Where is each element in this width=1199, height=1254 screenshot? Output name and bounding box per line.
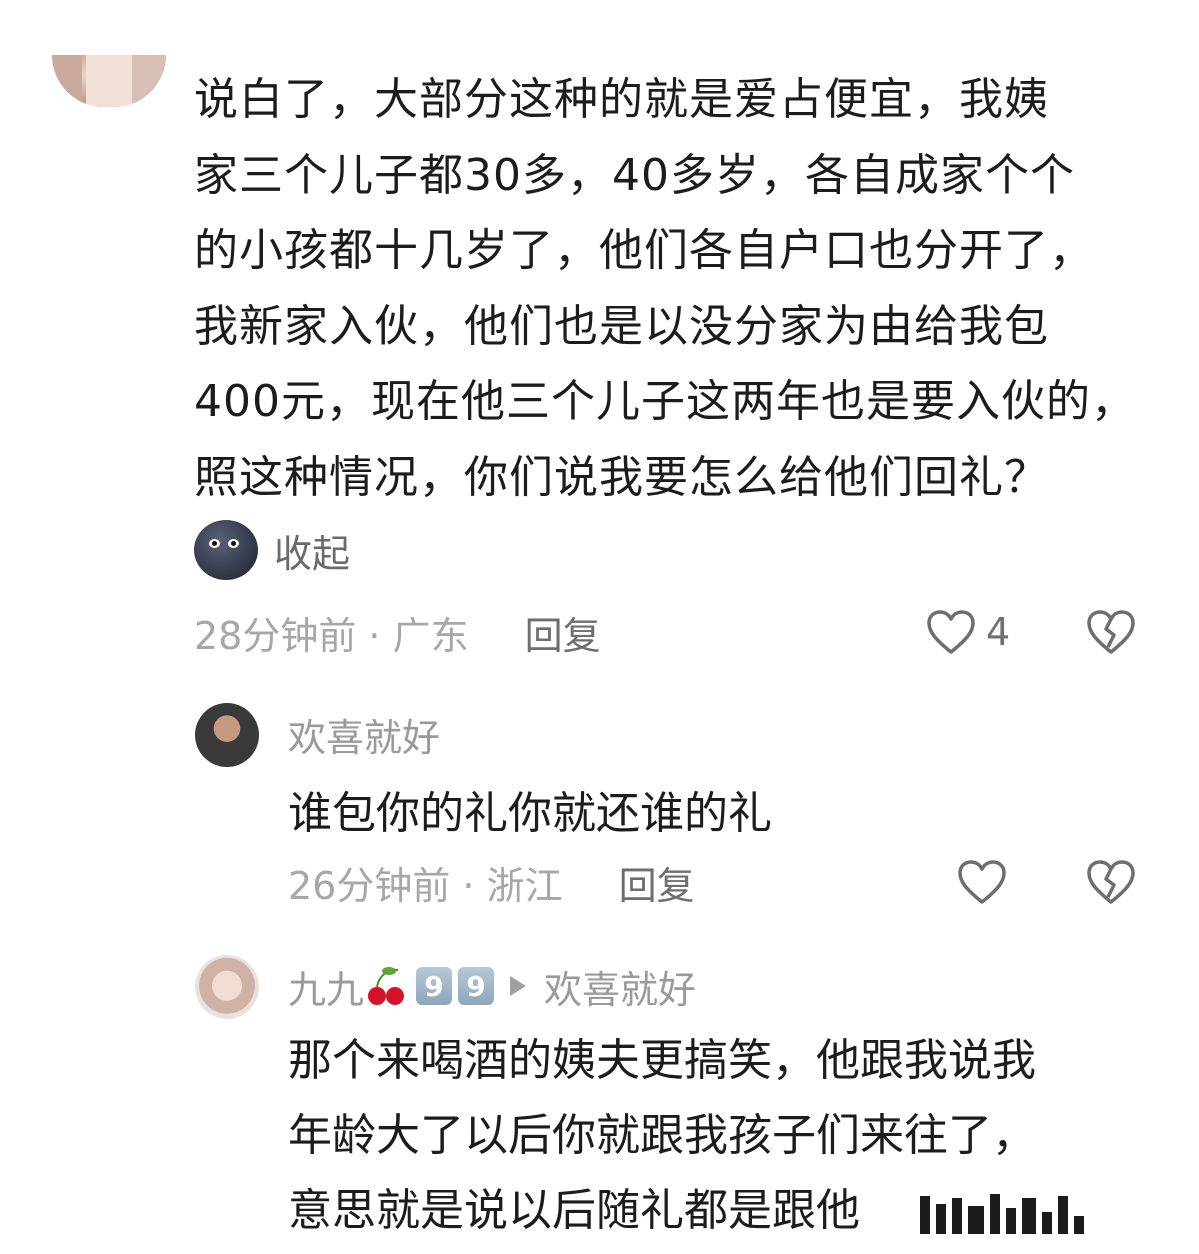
reply-button[interactable]: 回复 (525, 605, 601, 660)
comment-line: 照这种情况，你们说我要怎么给他们回礼？ (194, 451, 1049, 503)
collapse-label: 收起 (274, 531, 351, 576)
like-button[interactable] (957, 856, 1007, 908)
reply-meta: 26分钟前 · 浙江 回复 (288, 856, 695, 908)
reply-username-row: 九九 9 9 欢喜就好 (288, 958, 696, 1014)
dislike-button[interactable] (1086, 606, 1136, 658)
heart-outline-icon (927, 610, 975, 654)
reply-button[interactable]: 回复 (619, 855, 695, 910)
reply-username[interactable]: 九九 (288, 959, 364, 1014)
comment-line: 家三个儿子都30多，40多岁，各自成家个个 (194, 149, 1075, 201)
cherries-emoji-icon (366, 967, 406, 1005)
reply-line: 那个来喝酒的姨夫更搞笑，他跟我说我 (288, 1035, 1036, 1086)
heart-outline-icon (958, 860, 1006, 904)
broken-heart-icon (1087, 860, 1135, 904)
new-moon-face-emoji-icon (194, 520, 258, 580)
like-button[interactable]: 4 (926, 606, 1010, 658)
dislike-button[interactable] (1086, 856, 1136, 908)
reply-line: 年龄大了以后你就跟我孩子们来往了， (288, 1110, 1036, 1161)
comment-line: 我新家入伙，他们也是以没分家为由给我包 (194, 300, 1049, 352)
reply-to-username[interactable]: 欢喜就好 (544, 959, 696, 1014)
comment-line: 400元，现在他三个儿子这两年也是要入伙的， (194, 376, 1136, 427)
reply-time-location: 26分钟前 · 浙江 (288, 863, 563, 908)
reply-username[interactable]: 欢喜就好 (288, 708, 440, 760)
keycap-nine-icon: 9 (458, 967, 495, 1005)
reply-body: 谁包你的礼你就还谁的礼 (288, 788, 772, 839)
comment-time-location: 28分钟前 · 广东 (194, 613, 469, 658)
play-arrow-icon (510, 976, 527, 996)
reply-avatar[interactable] (195, 703, 259, 767)
reply-avatar[interactable] (195, 955, 259, 1019)
redaction-watermark (920, 1188, 1150, 1234)
comment-line: 说白了，大部分这种的就是爱占便宜，我姨 (194, 74, 1049, 125)
commenter-avatar[interactable] (52, 55, 166, 107)
comment-body: 说白了，大部分这种的就是爱占便宜，我姨 家三个儿子都30多，40多岁，各自成家个… (194, 62, 1184, 515)
like-count: 4 (986, 610, 1011, 654)
keycap-nine-icon: 9 (416, 967, 453, 1005)
broken-heart-icon (1087, 610, 1135, 654)
comment-line: 的小孩都十几岁了，他们各自户口也分开了， (194, 225, 1094, 276)
clipped-header-fragment: 一一一 (590, 0, 720, 4)
collapse-button[interactable]: 收起 (194, 519, 350, 581)
comment-meta: 28分钟前 · 广东 回复 (194, 606, 601, 658)
